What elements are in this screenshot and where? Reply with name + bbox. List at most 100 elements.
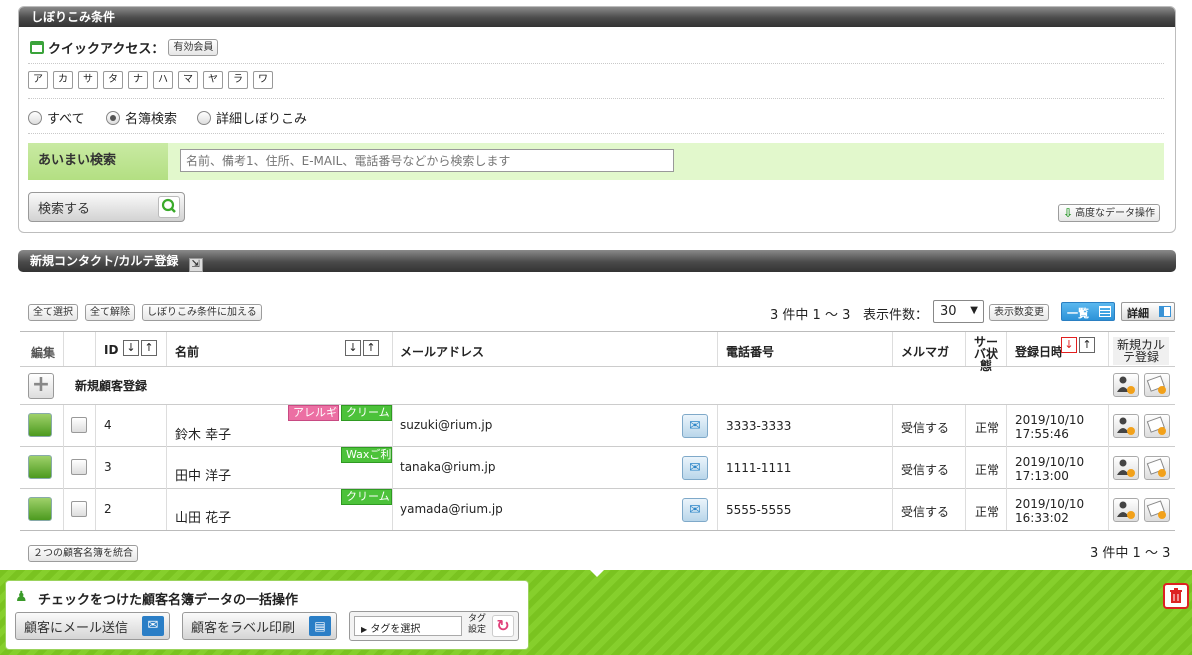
row-date: 2019/10/10 <box>1015 497 1085 511</box>
fuzzy-search-label: あいまい検索 <box>28 143 168 180</box>
tag-badge: アレルギ <box>288 405 339 421</box>
kana-button[interactable]: タ <box>103 71 123 89</box>
new-karte-person-icon[interactable] <box>1113 373 1139 397</box>
row-name: 田中 洋子 <box>175 469 232 484</box>
envelope-icon: ✉ <box>689 418 701 434</box>
edit-karte-icon[interactable] <box>28 455 52 479</box>
karte-person-icon[interactable] <box>1113 456 1139 480</box>
kana-button[interactable]: マ <box>178 71 198 89</box>
header-date: 登録日時 <box>1015 345 1064 359</box>
view-detail-button[interactable]: 詳細 <box>1121 302 1175 321</box>
kana-button[interactable]: ワ <box>253 71 273 89</box>
envelope-icon: ✉ <box>689 460 701 476</box>
sort-desc-icon[interactable]: ↓ <box>345 340 361 356</box>
karte-note-icon[interactable] <box>1144 498 1170 522</box>
send-mail-button[interactable]: ✉ <box>682 414 708 438</box>
view-list-label: 一覧 <box>1067 307 1089 320</box>
tag-select-dropdown[interactable]: ▶ タグを選択 <box>354 616 462 636</box>
add-filter-button[interactable]: しぼりこみ条件に加える <box>142 304 262 321</box>
kana-button[interactable]: ラ <box>228 71 248 89</box>
tag-set-label: タグ設定 <box>467 614 486 635</box>
radio-circle[interactable] <box>197 110 211 125</box>
kana-button[interactable]: サ <box>78 71 98 89</box>
row-server: 正常 <box>975 421 1000 435</box>
sort-asc-icon[interactable]: ↑ <box>1079 337 1095 353</box>
search-input[interactable] <box>180 149 674 172</box>
header-edit: 編集 <box>31 346 56 360</box>
send-mail-button[interactable]: ✉ <box>682 498 708 522</box>
row-time: 17:55:46 <box>1015 427 1069 441</box>
deselect-all-button[interactable]: 全て解除 <box>85 304 135 321</box>
radio-circle[interactable] <box>106 110 120 125</box>
quick-access: クイックアクセス： 有効会員 <box>30 38 219 57</box>
row-date: 2019/10/10 <box>1015 413 1085 427</box>
karte-person-icon[interactable] <box>1113 498 1139 522</box>
fuzzy-search-row: あいまい検索 <box>28 143 1164 180</box>
sort-asc-icon[interactable]: ↑ <box>141 340 157 356</box>
edit-karte-icon[interactable] <box>28 413 52 437</box>
trash-button[interactable] <box>1163 583 1189 609</box>
row-separator <box>20 530 1175 531</box>
sort-desc-icon[interactable]: ↓ <box>123 340 139 356</box>
mail-icon: ✉ <box>142 616 164 636</box>
col-divider <box>95 332 96 366</box>
printer-icon: ▤ <box>309 616 331 636</box>
external-link-icon: ⇲ <box>188 258 203 272</box>
view-list-button[interactable]: 一覧 <box>1061 302 1115 321</box>
add-customer-button[interactable]: + <box>28 373 54 399</box>
col-divider <box>166 332 167 366</box>
new-contact-label: 新規コンタクト/カルテ登録 <box>30 254 179 268</box>
new-karte-note-icon[interactable] <box>1144 373 1170 397</box>
row-phone: 5555-5555 <box>726 503 792 517</box>
select-all-button[interactable]: 全て選択 <box>28 304 78 321</box>
kana-button[interactable]: ナ <box>128 71 148 89</box>
date-sort: ↓ ↑ <box>1061 337 1095 353</box>
sort-asc-icon[interactable]: ↑ <box>363 340 379 356</box>
per-page-label: 表示件数： <box>863 308 929 323</box>
search-icon <box>158 196 180 218</box>
radio-name-search[interactable]: 名簿検索 <box>106 108 177 127</box>
row-time: 16:33:02 <box>1015 511 1069 525</box>
row-mailmag: 受信する <box>901 463 950 477</box>
radio-label: 詳細しぼりこみ <box>216 112 308 127</box>
row-checkbox[interactable] <box>71 459 87 475</box>
karte-person-icon[interactable] <box>1113 414 1139 438</box>
quick-access-label: クイックアクセス： <box>48 42 165 57</box>
header-mailmag: メルマガ <box>901 345 950 359</box>
row-time: 17:13:00 <box>1015 469 1069 483</box>
kana-button[interactable]: カ <box>53 71 73 89</box>
search-button[interactable]: 検索する <box>28 192 185 222</box>
active-member-button[interactable]: 有効会員 <box>168 39 219 56</box>
edit-karte-icon[interactable] <box>28 497 52 521</box>
kana-button[interactable]: ヤ <box>203 71 223 89</box>
row-separator <box>20 366 1175 367</box>
kana-button[interactable]: ハ <box>153 71 173 89</box>
merge-customers-button[interactable]: ２つの顧客名簿を統合 <box>28 545 138 562</box>
person-check-icon: ♟ <box>15 589 28 605</box>
radio-label: すべて <box>47 112 85 127</box>
send-mail-button[interactable]: ✉ <box>682 456 708 480</box>
refresh-icon[interactable]: ↻ <box>492 615 514 637</box>
view-detail-label: 詳細 <box>1127 307 1149 320</box>
advanced-data-button[interactable]: ⇩ 高度なデータ操作 <box>1058 204 1161 222</box>
row-checkbox[interactable] <box>71 501 87 517</box>
label-print-button[interactable]: 顧客をラベル印刷 ▤ <box>182 612 337 640</box>
new-contact-title[interactable]: 新規コンタクト/カルテ登録 ⇲ <box>18 250 1176 272</box>
kana-index: ア カ サ タ ナ ハ マ ヤ ラ ワ <box>28 71 273 89</box>
change-per-page-button[interactable]: 表示数変更 <box>989 304 1049 321</box>
label-print-label: 顧客をラベル印刷 <box>191 620 296 636</box>
col-divider <box>965 332 966 366</box>
karte-note-icon[interactable] <box>1144 414 1170 438</box>
send-mail-bulk-button[interactable]: 顧客にメール送信 ✉ <box>15 612 170 640</box>
radio-all[interactable]: すべて <box>28 108 85 127</box>
radio-circle[interactable] <box>28 110 42 125</box>
karte-note-icon[interactable] <box>1144 456 1170 480</box>
per-page-select[interactable]: 30 ▼ <box>933 300 984 323</box>
row-mailmag: 受信する <box>901 505 950 519</box>
row-checkbox[interactable] <box>71 417 87 433</box>
sort-desc-icon[interactable]: ↓ <box>1061 337 1077 353</box>
radio-detail-filter[interactable]: 詳細しぼりこみ <box>197 108 307 127</box>
id-sort: ↓ ↑ <box>123 340 157 356</box>
kana-button[interactable]: ア <box>28 71 48 89</box>
row-mail: tanaka@rium.jp <box>400 460 496 474</box>
